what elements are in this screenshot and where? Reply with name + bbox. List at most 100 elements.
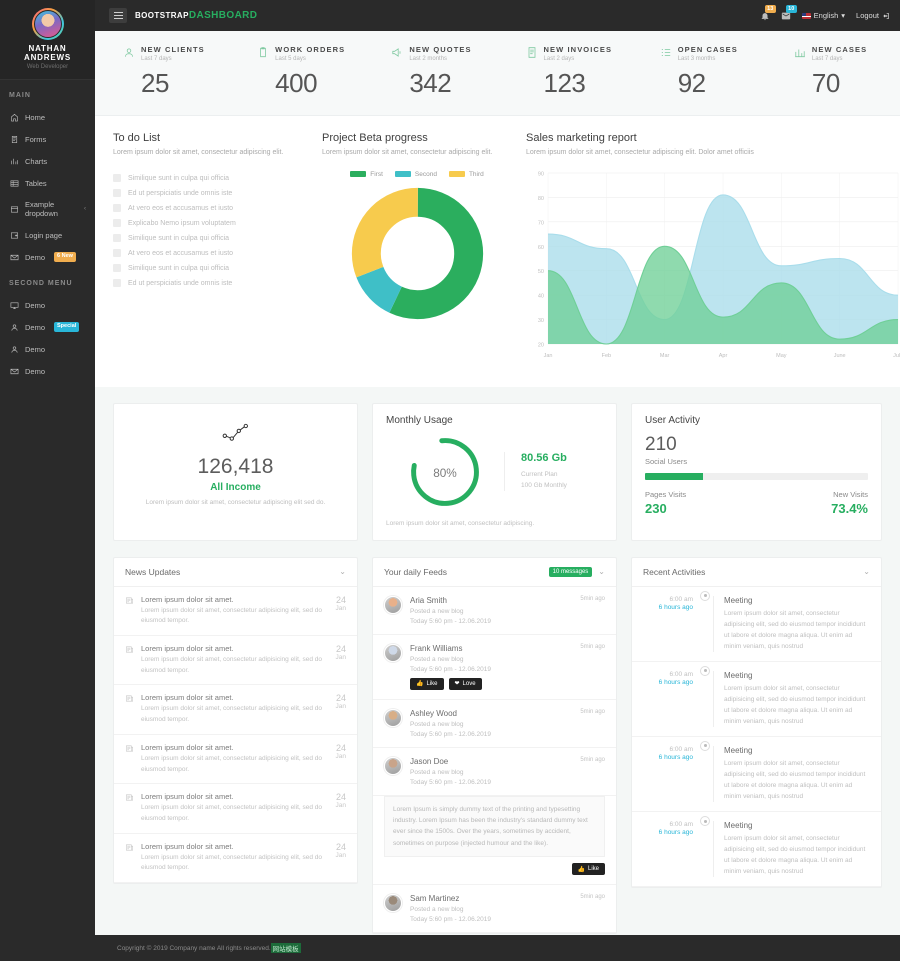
- sales-subtitle: Lorem ipsum dolor sit amet, consectetur …: [526, 149, 754, 156]
- list-item[interactable]: Ashley Wood Posted a new blog Today 5:60 p…: [373, 700, 616, 748]
- feed-author: Sam Martinez: [410, 894, 460, 903]
- news-item-title: Lorem ipsum dolor sit amet.: [141, 643, 234, 653]
- feed-ago: 5min ago: [580, 643, 605, 650]
- list-item[interactable]: Lorem ipsum dolor sit amet. Lorem ipsum d…: [114, 735, 357, 785]
- charts-icon: [9, 156, 19, 166]
- language-selector[interactable]: English ▾: [801, 11, 845, 20]
- stat-value: 123: [543, 68, 586, 98]
- list-item[interactable]: Lorem ipsum dolor sit amet. Lorem ipsum d…: [114, 587, 357, 636]
- list-item[interactable]: 6:00 am 6 hours ago Meeting Lorem ipsum dol…: [632, 737, 881, 813]
- sidebar-item-second-1[interactable]: Demo Special: [0, 316, 95, 338]
- sidebar-item-main-2[interactable]: Charts: [0, 150, 95, 172]
- flag-icon: [801, 12, 811, 19]
- checkbox-icon[interactable]: [113, 264, 121, 272]
- chevron-down-icon[interactable]: ⌄: [863, 567, 870, 576]
- pages-visits-label: Pages Visits: [645, 489, 687, 499]
- checkbox-icon[interactable]: [113, 204, 121, 212]
- list-item[interactable]: Frank Williams Posted a new blog Today 5:6…: [373, 635, 616, 700]
- todo-item[interactable]: Similique sunt in culpa qui officia: [113, 261, 308, 276]
- avatar[interactable]: [384, 643, 402, 662]
- list-item[interactable]: 6:00 am 6 hours ago Meeting Lorem ipsum dol…: [632, 662, 881, 737]
- hamburger-icon[interactable]: [109, 8, 127, 23]
- news-icon: [125, 644, 134, 676]
- brand-logo[interactable]: BOOTSTRAPDASHBOARD: [135, 10, 257, 21]
- notifications-button[interactable]: 13: [760, 4, 776, 21]
- checkbox-icon[interactable]: [113, 249, 121, 257]
- todo-item[interactable]: Similique sunt in culpa qui officia: [113, 171, 308, 186]
- sidebar-item-main-1[interactable]: Forms: [0, 128, 95, 150]
- logout-button[interactable]: Logout: [856, 11, 890, 20]
- usage-plan-label: Current Plan: [521, 470, 558, 478]
- login-icon: [10, 231, 18, 239]
- todo-item-label: Ed ut perspiciatis unde omnis iste: [128, 189, 233, 197]
- sidebar-item-second-3[interactable]: Demo: [0, 360, 95, 382]
- feed-like-button[interactable]: 👍 Like: [410, 677, 444, 690]
- legend-item: First: [350, 171, 383, 178]
- feed-time: Today 5:60 pm - 12.06.2019: [410, 916, 491, 923]
- sidebar-item-label: Demo: [25, 252, 46, 262]
- news-item-desc: Lorem ipsum dolor sit amet, consectetur …: [141, 754, 323, 773]
- sidebar-item-second-0[interactable]: Demo: [0, 294, 95, 316]
- feed-love-button[interactable]: ❤ Love: [448, 677, 482, 690]
- todo-item[interactable]: Explicabo Nemo ipsum voluptatem: [113, 216, 308, 231]
- todo-item-label: At vero eos et accusamus et iusto: [128, 204, 234, 212]
- todo-item[interactable]: Ed ut perspiciatis unde omnis iste: [113, 276, 308, 291]
- todo-item[interactable]: Ed ut perspiciatis unde omnis iste: [113, 186, 308, 201]
- avatar[interactable]: [384, 894, 402, 912]
- checkbox-icon[interactable]: [113, 189, 121, 197]
- avatar[interactable]: [384, 595, 402, 614]
- list-item[interactable]: Lorem ipsum dolor sit amet. Lorem ipsum d…: [114, 784, 357, 834]
- list-item[interactable]: Sam Martinez Posted a new blog Today 5:60 …: [373, 885, 616, 933]
- income-sub: Lorem ipsum dolor sit amet, consectetur …: [145, 498, 326, 506]
- forms-icon: [9, 134, 19, 144]
- list-item[interactable]: Lorem ipsum dolor sit amet. Lorem ipsum d…: [114, 685, 357, 735]
- language-label: English: [813, 11, 839, 20]
- avatar[interactable]: [384, 756, 402, 775]
- feed-action: Posted a new blog: [410, 720, 464, 728]
- activity-desc: Lorem ipsum dolor sit amet, consectetur …: [724, 684, 866, 725]
- todo-item[interactable]: At vero eos et accusamus et iusto: [113, 201, 308, 216]
- list-item[interactable]: Lorem ipsum dolor sit amet. Lorem ipsum d…: [114, 636, 357, 686]
- stat-card-4: OPEN CASES Last 3 months 92: [632, 45, 766, 99]
- messages-button[interactable]: 10: [781, 4, 797, 21]
- news-icon: [125, 743, 134, 775]
- sidebar-item-main-5[interactable]: Login page: [0, 224, 95, 246]
- brand-part1: BOOTSTRAP: [135, 11, 189, 20]
- sidebar-item-second-2[interactable]: Demo: [0, 338, 95, 360]
- checkbox-icon[interactable]: [113, 234, 121, 242]
- checkbox-icon[interactable]: [113, 279, 121, 287]
- checkbox-icon[interactable]: [113, 219, 121, 227]
- stat-title: OPEN CASES: [677, 45, 738, 54]
- message-badge: 10: [785, 4, 797, 13]
- news-item-title: Lorem ipsum dolor sit amet.: [141, 742, 234, 752]
- sidebar-item-main-4[interactable]: Example dropdown ‹: [0, 194, 95, 224]
- news-item-desc: Lorem ipsum dolor sit amet, consectetur …: [141, 655, 323, 674]
- avatar[interactable]: [31, 8, 64, 40]
- sidebar-item-main-0[interactable]: Home: [0, 106, 95, 128]
- stat-title: NEW CASES: [811, 45, 868, 54]
- avatar[interactable]: [384, 708, 402, 727]
- chevron-down-icon[interactable]: ⌄: [598, 567, 605, 576]
- todo-item[interactable]: Similique sunt in culpa qui officia: [113, 231, 308, 246]
- list-item[interactable]: Jason Doe Posted a new blog Today 5:60 pm …: [373, 748, 616, 796]
- news-item-desc: Lorem ipsum dolor sit amet, consectetur …: [141, 705, 323, 724]
- list-item[interactable]: 6:00 am 6 hours ago Meeting Lorem ipsum dol…: [632, 812, 881, 888]
- news-item-desc: Lorem ipsum dolor sit amet, consectetur …: [141, 606, 323, 625]
- sidebar-item-main-6[interactable]: Demo 6 New: [0, 246, 95, 268]
- legend-item: Second: [394, 171, 437, 178]
- chevron-down-icon[interactable]: ⌄: [339, 567, 346, 576]
- usage-title: Monthly Usage: [386, 414, 453, 426]
- sidebar-item-label: Home: [25, 112, 46, 122]
- line-chart-icon: [128, 422, 343, 447]
- sidebar-item-main-3[interactable]: Tables: [0, 172, 95, 194]
- list-item[interactable]: 6:00 am 6 hours ago Meeting Lorem ipsum dol…: [632, 587, 881, 662]
- todo-item-label: Explicabo Nemo ipsum voluptatem: [128, 219, 236, 227]
- todo-item[interactable]: At vero eos et accusamus et iusto: [113, 246, 308, 261]
- list-item[interactable]: Lorem ipsum dolor sit amet. Lorem ipsum d…: [114, 834, 357, 884]
- sales-card: Sales marketing report Lorem ipsum dolor…: [526, 132, 900, 365]
- feed-time: Today 5:60 pm - 12.06.2019: [410, 730, 491, 738]
- list-item[interactable]: Aria Smith Posted a new blog Today 5:60 pm…: [373, 587, 616, 635]
- feed-like-button[interactable]: 👍 Like: [571, 863, 605, 875]
- checkbox-icon[interactable]: [113, 174, 121, 182]
- activity-ago: 6 hours ago: [658, 753, 693, 761]
